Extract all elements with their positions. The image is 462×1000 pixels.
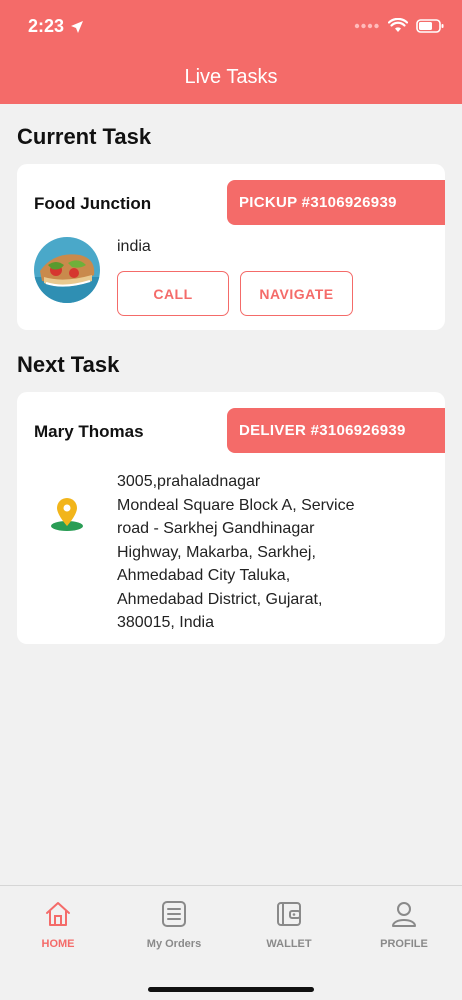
tab-profile[interactable]: PROFILE (346, 900, 462, 950)
address-line: Highway, Makarba, Sarkhej, (117, 543, 316, 561)
orders-icon (162, 901, 186, 927)
tab-my-orders[interactable]: My Orders (116, 900, 232, 950)
next-task-card[interactable]: Mary Thomas DELIVER #3106926939 3005,pra… (17, 392, 445, 644)
restaurant-location: india (117, 238, 151, 255)
tab-home[interactable]: HOME (0, 900, 116, 950)
deliver-tag: DELIVER #3106926939 (227, 408, 445, 453)
status-bar-time: 2:23 (28, 16, 84, 37)
address-line: 380015, India (117, 614, 214, 631)
signal-dots-icon (354, 23, 379, 28)
wallet-icon (277, 902, 301, 926)
home-icon (46, 902, 70, 926)
app-header: 2:23 Live Tasks (0, 0, 462, 104)
battery-icon (416, 18, 444, 33)
tab-wallet-label: WALLET (266, 938, 312, 950)
tab-home-label: HOME (41, 938, 75, 950)
current-task-card[interactable]: Food Junction PICKUP #3106926939 india C… (17, 164, 445, 330)
status-bar-icons (354, 18, 444, 33)
address-line: Mondeal Square Block A, Service (117, 496, 355, 514)
current-task-heading: Current Task (17, 124, 152, 149)
restaurant-avatar (34, 237, 100, 303)
tab-profile-label: PROFILE (380, 938, 428, 950)
home-indicator (148, 987, 314, 992)
address-line: Ahmedabad City Taluka, (117, 567, 291, 584)
page-title: Live Tasks (184, 66, 278, 88)
navigate-button[interactable]: NAVIGATE (240, 271, 353, 316)
map-pin-icon (51, 498, 83, 531)
next-task-name: Mary Thomas (34, 422, 144, 441)
tab-wallet[interactable]: WALLET (231, 900, 347, 950)
tab-my-orders-label: My Orders (146, 938, 202, 950)
time-text: 2:23 (28, 16, 65, 36)
profile-icon (392, 902, 416, 927)
current-task-name: Food Junction (34, 194, 152, 213)
wifi-icon (388, 18, 408, 32)
pickup-tag: PICKUP #3106926939 (227, 180, 445, 225)
delivery-address: 3005,prahaladnagar Mondeal Square Block … (117, 470, 417, 635)
address-line: Ahmedabad District, Gujarat, (117, 590, 323, 608)
location-arrow-icon (71, 20, 84, 33)
next-task-heading: Next Task (17, 352, 120, 377)
address-line: 3005,prahaladnagar (117, 473, 261, 490)
bottom-tab-bar: HOME My Orders WALLET PROFILE (0, 885, 462, 1000)
call-button[interactable]: CALL (117, 271, 229, 316)
address-line: road - Sarkhej Gandhinagar (117, 520, 315, 537)
